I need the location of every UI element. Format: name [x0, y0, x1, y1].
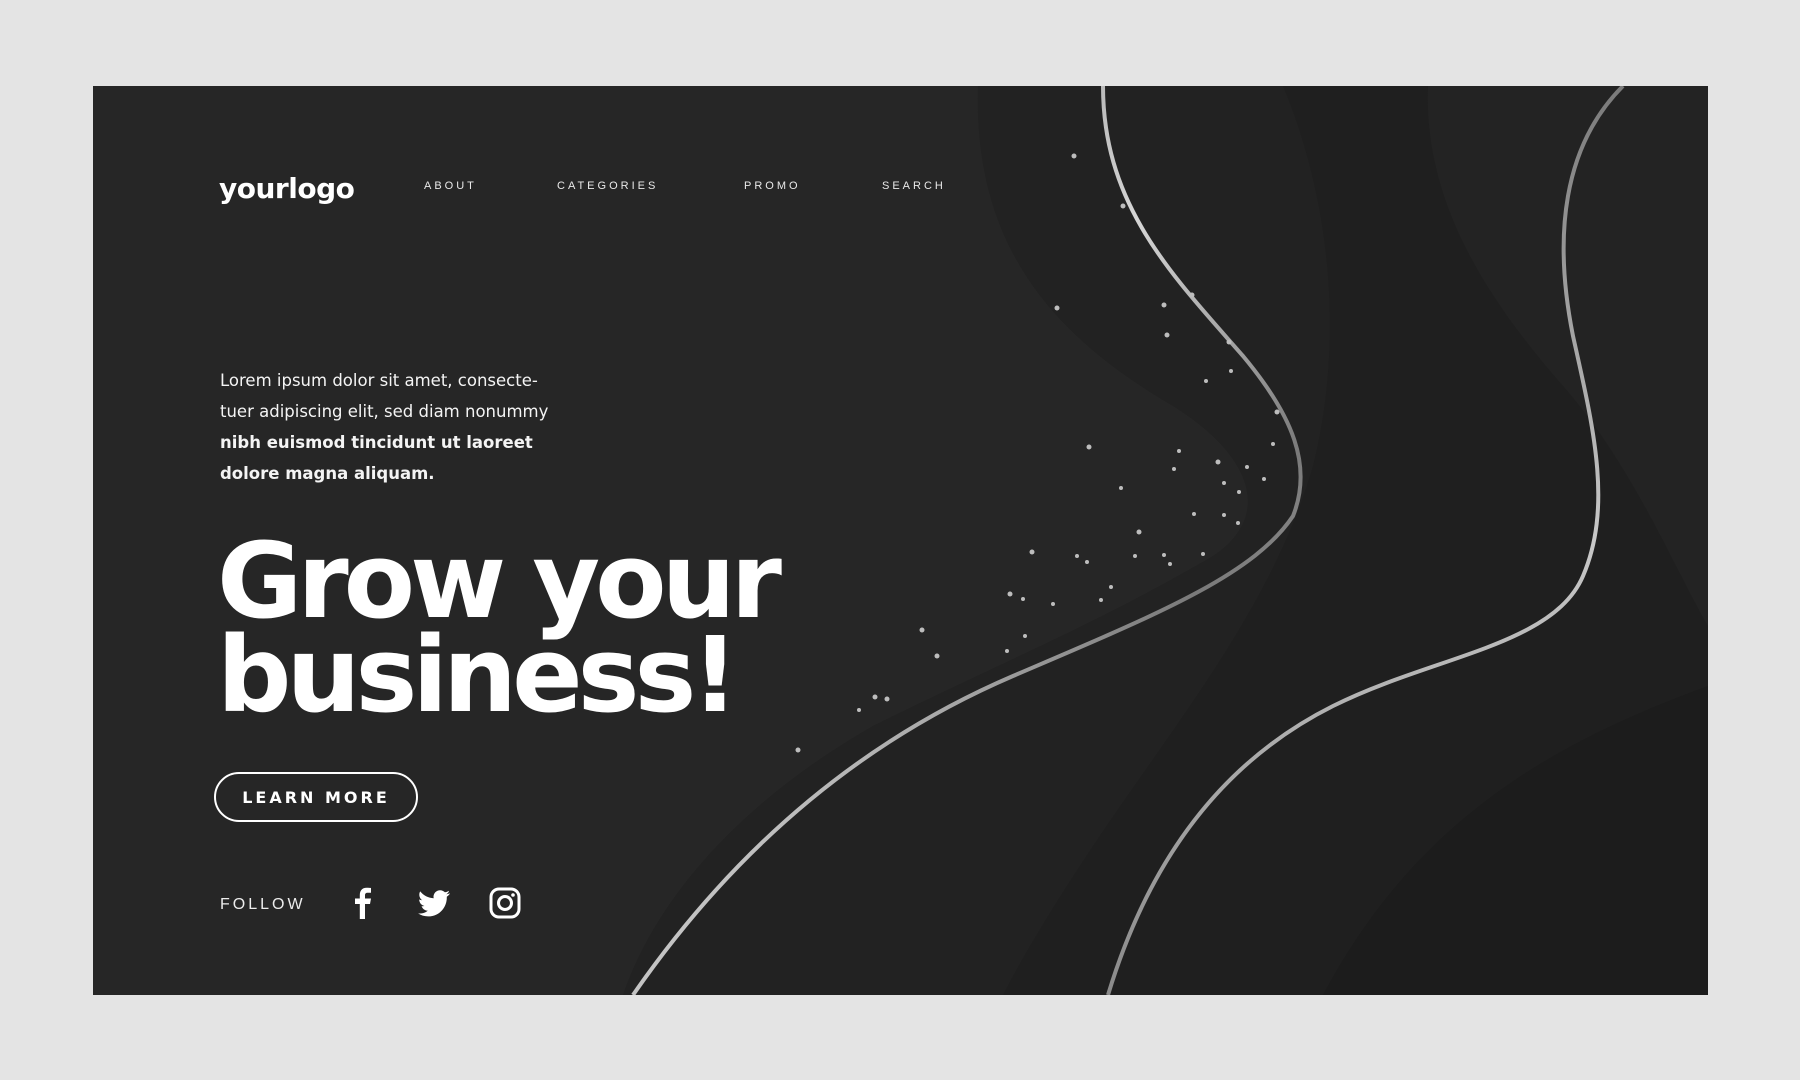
nav-about[interactable]: ABOUT — [424, 180, 477, 192]
nav-promo[interactable]: PROMO — [744, 180, 801, 192]
landing-hero-panel: yourlogo ABOUT CATEGORIES PROMO SEARCH L… — [93, 86, 1708, 995]
twitter-icon[interactable] — [414, 883, 454, 923]
intro-text: Lorem ipsum dolor sit amet, consecte- tu… — [220, 371, 549, 421]
hero-headline: Grow your business! — [217, 529, 782, 736]
headline-line-2: business! — [217, 614, 739, 736]
intro-text-bold: nibh euismod tincidunt ut laoreet dolore… — [220, 433, 533, 483]
nav-search[interactable]: SEARCH — [882, 180, 946, 192]
facebook-icon[interactable] — [343, 883, 383, 923]
follow-label: FOLLOW — [220, 896, 306, 913]
intro-paragraph: Lorem ipsum dolor sit amet, consecte- tu… — [220, 365, 560, 489]
instagram-icon[interactable] — [485, 883, 525, 923]
site-logo[interactable]: yourlogo — [219, 172, 355, 205]
learn-more-button[interactable]: LEARN MORE — [214, 772, 418, 822]
nav-categories[interactable]: CATEGORIES — [557, 180, 658, 192]
